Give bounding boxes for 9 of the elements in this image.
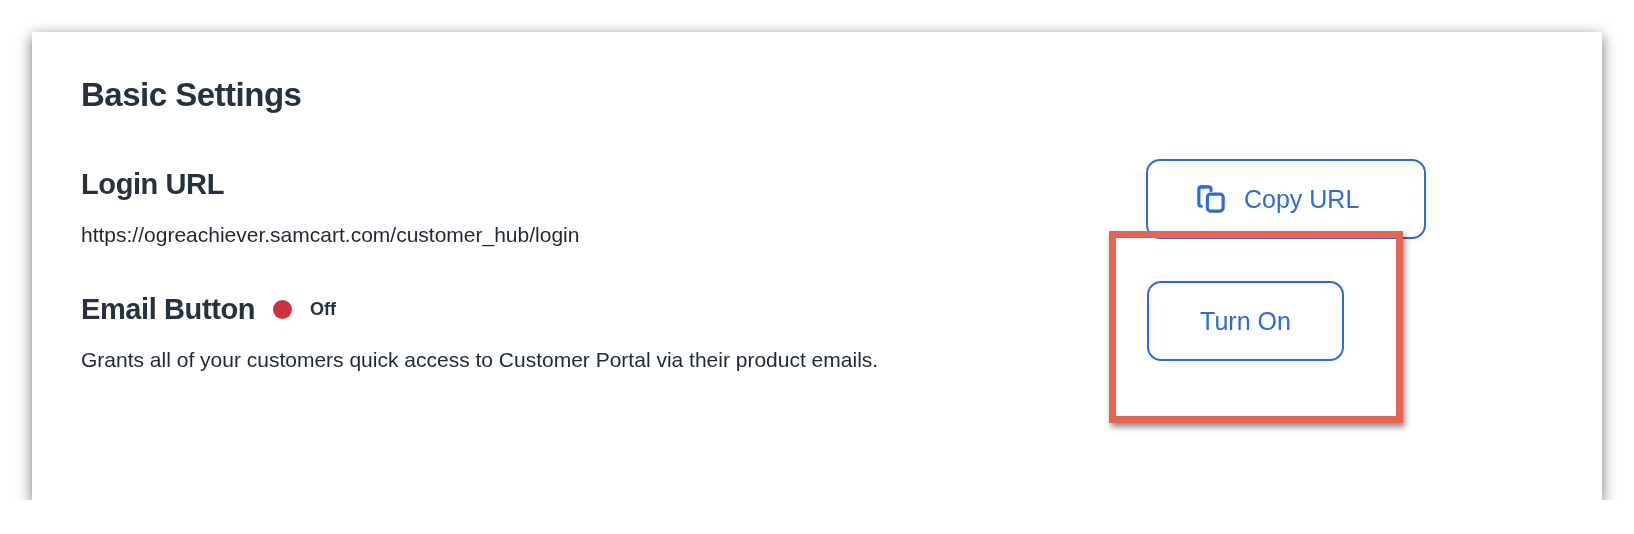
section-heading: Basic Settings: [81, 76, 303, 114]
setting-title: Email Button: [81, 293, 256, 326]
copy-icon: [1194, 182, 1228, 216]
setting-title: Login URL: [81, 168, 225, 201]
setting-description: Grants all of your customers quick access to Customer Portal via their product emails.: [81, 348, 879, 372]
status-label: Off: [310, 299, 337, 320]
turn-on-button[interactable]: Turn On: [1147, 281, 1344, 361]
copy-url-button[interactable]: Copy URL: [1146, 159, 1426, 239]
login-url: https://ogreachiever.samcart.com/customer_hub/login: [81, 223, 580, 247]
